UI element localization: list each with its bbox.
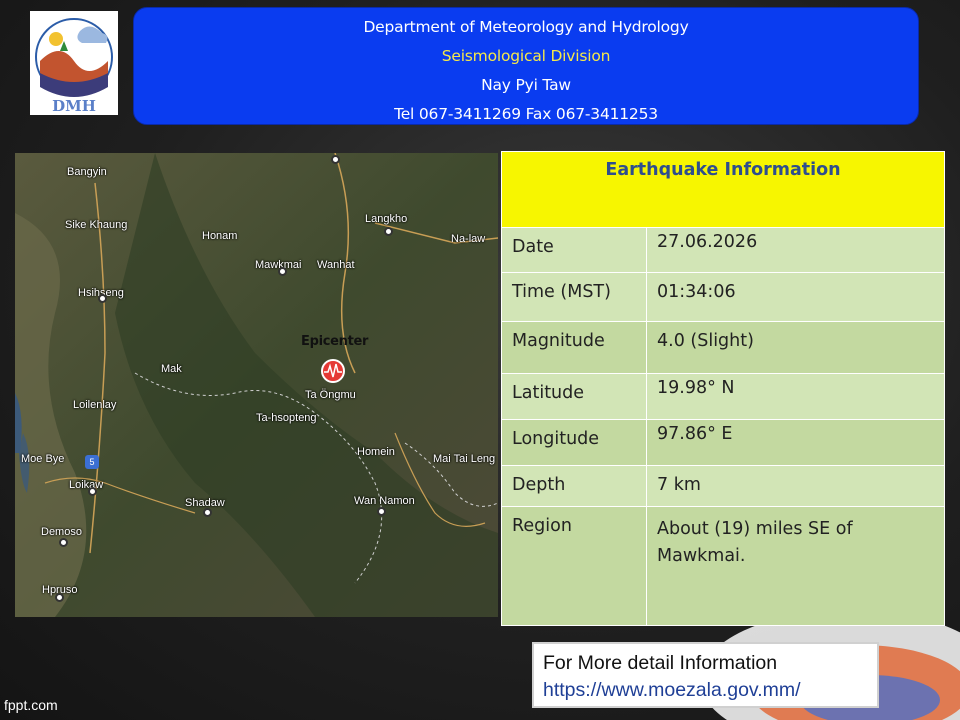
town-marker bbox=[88, 487, 97, 496]
info-title: Earthquake Information bbox=[501, 151, 945, 228]
place-label: Loilenlay bbox=[73, 399, 117, 411]
place-label: Mak bbox=[161, 363, 182, 375]
info-key-depth: Depth bbox=[501, 465, 647, 507]
town-marker bbox=[59, 538, 68, 547]
town-marker bbox=[55, 593, 64, 602]
info-value-latitude: 19.98° N bbox=[646, 373, 945, 420]
town-marker bbox=[278, 267, 287, 276]
place-label: Ta Öngmu bbox=[305, 389, 356, 401]
place-label: Mai Tai Leng bbox=[433, 453, 496, 465]
info-value-date: 27.06.2026 bbox=[646, 227, 945, 273]
info-value-longitude: 97.86° E bbox=[646, 419, 945, 466]
more-info-text: For More detail Information bbox=[543, 652, 778, 674]
seismic-marker-icon[interactable] bbox=[319, 357, 347, 385]
info-key-time: Time (MST) bbox=[501, 272, 647, 322]
footer-brand: fppt.com bbox=[4, 697, 58, 713]
place-label: Bangyin bbox=[67, 166, 107, 178]
info-key-latitude: Latitude bbox=[501, 373, 647, 420]
place-label: Demoso bbox=[41, 526, 82, 538]
town-marker bbox=[203, 508, 212, 517]
header-city: Nay Pyi Taw bbox=[481, 76, 571, 94]
header-contact: Tel 067-3411269 Fax 067-3411253 bbox=[394, 105, 658, 123]
info-value-depth: 7 km bbox=[646, 465, 945, 507]
info-value-time: 01:34:06 bbox=[646, 272, 945, 322]
more-info-box: For More detail Information https://www.… bbox=[532, 642, 879, 708]
place-label: Loikaw bbox=[69, 479, 104, 491]
place-label: Sike Khaung bbox=[65, 219, 128, 231]
info-key-magnitude: Magnitude bbox=[501, 321, 647, 374]
place-label: Shadaw bbox=[185, 497, 225, 509]
place-label: Wanhat bbox=[317, 259, 355, 271]
dmh-logo-icon: DMH bbox=[35, 18, 113, 115]
town-marker bbox=[377, 507, 386, 516]
place-label: Honam bbox=[202, 230, 238, 242]
epicenter-label: Epicenter bbox=[301, 334, 369, 349]
info-value-magnitude: 4.0 (Slight) bbox=[646, 321, 945, 374]
town-marker bbox=[331, 155, 340, 164]
place-label: Homein bbox=[357, 446, 395, 458]
info-key-date: Date bbox=[501, 227, 647, 273]
dmh-logo: DMH bbox=[30, 11, 118, 115]
info-key-region: Region bbox=[501, 506, 647, 626]
place-label: Ta-hsopteng bbox=[256, 412, 317, 424]
place-label: Langkho bbox=[365, 213, 408, 225]
place-label: Wan Namon bbox=[354, 495, 415, 507]
svg-text:DMH: DMH bbox=[52, 97, 96, 115]
route-badge: 5 bbox=[85, 455, 99, 469]
header-division: Seismological Division bbox=[441, 47, 611, 65]
info-value-region: About (19) miles SE of Mawkmai. bbox=[646, 506, 945, 626]
header-department: Department of Meteorology and Hydrology bbox=[363, 18, 689, 36]
info-key-longitude: Longitude bbox=[501, 419, 647, 466]
place-label: Moe Bye bbox=[21, 453, 65, 465]
town-marker bbox=[98, 294, 107, 303]
earthquake-info-table: Earthquake Information Date 27.06.2026 T… bbox=[501, 151, 945, 626]
moezala-link[interactable]: https://www.moezala.gov.mm/ bbox=[543, 677, 877, 704]
place-label: Na-law bbox=[451, 233, 486, 245]
header-banner: Department of Meteorology and Hydrology … bbox=[133, 7, 919, 125]
town-marker bbox=[384, 227, 393, 236]
epicenter-map[interactable]: Bangyin Sike Khaung Honam Langkho Na-law… bbox=[15, 153, 498, 617]
